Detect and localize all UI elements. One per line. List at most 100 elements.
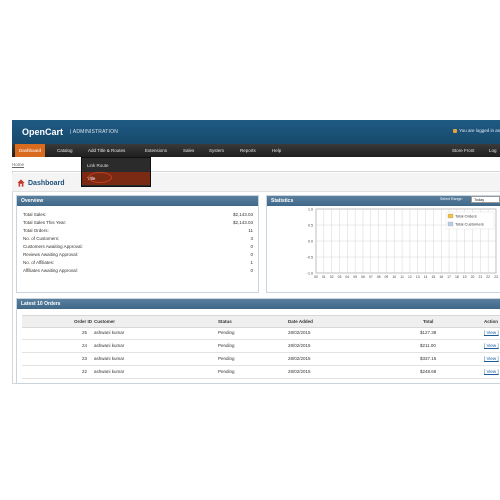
order-view-link[interactable]: [ View ]: [484, 353, 499, 365]
table-row: 24 ashwani kumar Pending 28/02/2015 $211…: [22, 340, 500, 353]
y-tick-label: -1.0: [307, 271, 313, 275]
y-tick-label: 0.0: [308, 239, 313, 243]
overview-label: Total Orders:: [23, 228, 49, 233]
page-title: Dashboard: [28, 180, 65, 187]
overview-label: Total Sales This Year:: [23, 220, 67, 225]
latest-orders-heading: Latest 10 Orders: [17, 299, 500, 309]
overview-heading: Overview: [17, 196, 258, 206]
admin-header: OpenCart | ADMINISTRATION You are logged…: [12, 120, 500, 144]
overview-row: No. of Customers: 3: [23, 236, 253, 244]
x-tick-label: 21: [478, 275, 482, 279]
overview-label: Total Sales:: [23, 212, 47, 217]
order-customer: ashwani kumar: [94, 330, 125, 335]
col-total: Total: [423, 319, 434, 324]
order-date: 28/02/2015: [288, 369, 311, 374]
overview-row: Total Sales This Year: $2,143.03: [23, 220, 253, 228]
order-view-link[interactable]: [ View ]: [484, 327, 499, 339]
brand-subtitle: | ADMINISTRATION: [70, 129, 119, 135]
statistics-chart: 1.0 0.5 0.0 -0.5 -1.000 01 02 03 04 05 06 07 08 09 10 1…: [307, 207, 498, 279]
overview-value: 3: [250, 236, 253, 241]
x-tick-label: 09: [385, 275, 389, 279]
order-total: $337.15: [420, 356, 437, 361]
table-row: 23 ashwani kumar Pending 28/02/2015 $337…: [22, 353, 500, 366]
order-customer: ashwani kumar: [94, 369, 125, 374]
menu-catalog[interactable]: Catalog: [53, 144, 77, 157]
x-tick-label: 04: [345, 275, 349, 279]
order-status: Pending: [218, 356, 235, 361]
order-date: 28/02/2015: [288, 330, 311, 335]
y-tick-label: 1.0: [308, 207, 313, 211]
overview-label: Reviews Awaiting Approval:: [23, 252, 78, 257]
menu-logout[interactable]: Log: [485, 144, 500, 157]
order-id: 25: [82, 330, 88, 335]
overview-label: No. of Customers:: [23, 236, 60, 241]
logged-in-text: You are logged in as: [453, 128, 500, 133]
order-id: 22: [82, 369, 88, 374]
order-status: Pending: [218, 330, 235, 335]
menu-dashboard[interactable]: Dashboard: [15, 144, 46, 157]
overview-value: 0: [250, 252, 253, 257]
range-label: Select Range:: [440, 197, 463, 201]
x-tick-label: 05: [353, 275, 357, 279]
home-icon: [17, 179, 25, 187]
menu-store-front[interactable]: Store Front: [448, 144, 479, 157]
lock-icon: [453, 128, 458, 133]
x-tick-label: 15: [432, 275, 436, 279]
menu-system[interactable]: System: [205, 144, 228, 157]
overview-value: $2,143.03: [232, 212, 253, 217]
overview-value: 0: [250, 244, 253, 249]
legend-swatch: [447, 213, 454, 219]
menu-reports[interactable]: Reports: [236, 144, 260, 157]
overview-value: 1: [250, 260, 253, 265]
x-tick-label: 11: [400, 275, 404, 279]
brand-logo[interactable]: OpenCart: [22, 127, 63, 137]
order-status: Pending: [218, 343, 235, 348]
order-view-link[interactable]: [ View ]: [484, 340, 499, 352]
overview-row: Customers Awaiting Approval: 0: [23, 244, 253, 252]
main-menu: Dashboard Catalog Add Title & Routes Ext…: [12, 144, 500, 157]
legend-swatch: [447, 221, 454, 227]
legend-label: Total Orders: [455, 214, 477, 219]
dropdown-item-link-route[interactable]: Link Route: [82, 159, 150, 172]
col-action: Action: [484, 319, 498, 324]
x-tick-label: 19: [463, 275, 467, 279]
x-tick-label: 23: [494, 275, 498, 279]
order-view-link[interactable]: [ View ]: [484, 366, 499, 378]
order-customer: ashwani kumar: [94, 343, 125, 348]
x-tick-label: 10: [392, 275, 396, 279]
overview-row: No. of Affiliates: 1: [23, 260, 253, 268]
x-tick-label: 03: [338, 275, 342, 279]
x-tick-label: 06: [361, 275, 365, 279]
menu-extensions[interactable]: Extensions: [141, 144, 171, 157]
table-row: 22 ashwani kumar Pending 28/02/2015 $248…: [22, 366, 500, 379]
menu-add-title-routes[interactable]: Add Title & Routes: [84, 144, 129, 157]
menu-sales[interactable]: Sales: [179, 144, 198, 157]
x-tick-label: 20: [471, 275, 475, 279]
x-tick-label: 02: [330, 275, 334, 279]
overview-row: Total Orders: 11: [23, 228, 253, 236]
logged-in-label: You are logged in as: [459, 128, 500, 133]
order-date: 28/02/2015: [288, 356, 311, 361]
overview-value: $2,143.03: [232, 220, 253, 225]
menu-help[interactable]: Help: [268, 144, 285, 157]
overview-row: Reviews Awaiting Approval: 0: [23, 252, 253, 260]
x-tick-label: 14: [424, 275, 428, 279]
overview-label: No. of Affiliates:: [23, 260, 55, 265]
table-row: 25 ashwani kumar Pending 28/02/2015 $127…: [22, 327, 500, 340]
col-order-id: Order ID: [74, 319, 93, 324]
range-select[interactable]: Today: [471, 196, 500, 203]
y-tick-label: -0.5: [307, 255, 313, 259]
order-total: $248.68: [420, 369, 437, 374]
overview-label: Customers Awaiting Approval:: [23, 244, 83, 249]
order-total: $127.38: [420, 330, 437, 335]
order-id: 24: [82, 343, 88, 348]
x-tick-label: 01: [322, 275, 326, 279]
overview-label: Affiliates Awaiting Approval:: [23, 268, 78, 273]
overview-value: 11: [248, 228, 253, 233]
x-tick-label: 00: [314, 275, 318, 279]
x-tick-label: 12: [408, 275, 412, 279]
breadcrumb-home[interactable]: Home: [12, 162, 24, 167]
x-tick-label: 17: [447, 275, 451, 279]
x-tick-label: 07: [369, 275, 373, 279]
col-customer: Customer: [94, 319, 116, 324]
